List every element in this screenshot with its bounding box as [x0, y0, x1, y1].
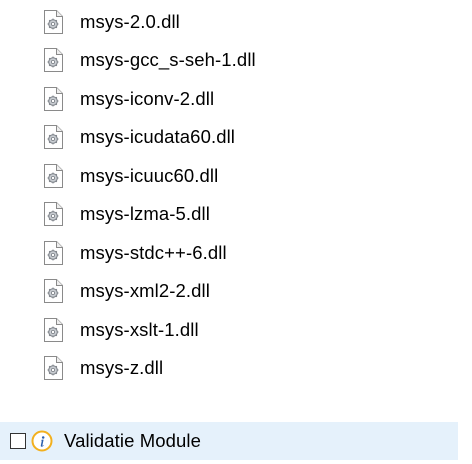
file-name: msys-gcc_s-seh-1.dll: [80, 49, 256, 70]
module-label: Validatie Module: [64, 430, 202, 451]
validatie-module-row[interactable]: Validatie Module: [0, 422, 458, 460]
file-list: msys-2.0.dll msys-gcc_s-seh-1.dll msys-i…: [0, 0, 472, 464]
file-name: msys-icuuc60.dll: [80, 165, 219, 186]
file-row[interactable]: msys-gcc_s-seh-1.dll: [0, 41, 472, 79]
file-row[interactable]: msys-2.0.dll: [0, 3, 472, 41]
file-row[interactable]: msys-xml2-2.dll: [0, 272, 472, 310]
file-row[interactable]: msys-xslt-1.dll: [0, 311, 472, 349]
file-name: msys-icudata60.dll: [80, 126, 236, 147]
dll-file-icon: [44, 87, 63, 111]
file-row[interactable]: msys-stdc++-6.dll: [0, 234, 472, 272]
file-row[interactable]: msys-lzma-5.dll: [0, 195, 472, 233]
dll-file-icon: [44, 48, 63, 72]
dll-file-icon: [44, 125, 63, 149]
file-row[interactable]: msys-iconv-2.dll: [0, 80, 472, 118]
dll-file-icon: [44, 356, 63, 380]
dll-file-icon: [44, 241, 63, 265]
file-row[interactable]: msys-z.dll: [0, 349, 472, 387]
dll-file-icon: [44, 202, 63, 226]
file-name: msys-xml2-2.dll: [80, 280, 210, 301]
dll-file-icon: [44, 279, 63, 303]
file-name: msys-stdc++-6.dll: [80, 242, 227, 263]
file-name: msys-lzma-5.dll: [80, 203, 210, 224]
file-row[interactable]: msys-icuuc60.dll: [0, 157, 472, 195]
file-name: msys-2.0.dll: [80, 11, 180, 32]
info-icon: [31, 430, 53, 452]
file-name: msys-xslt-1.dll: [80, 319, 199, 340]
dll-file-icon: [44, 10, 63, 34]
file-name: msys-z.dll: [80, 357, 164, 378]
file-name: msys-iconv-2.dll: [80, 88, 215, 109]
dll-file-icon: [44, 318, 63, 342]
dll-file-icon: [44, 164, 63, 188]
file-row[interactable]: msys-icudata60.dll: [0, 118, 472, 156]
module-checkbox[interactable]: [10, 433, 26, 449]
